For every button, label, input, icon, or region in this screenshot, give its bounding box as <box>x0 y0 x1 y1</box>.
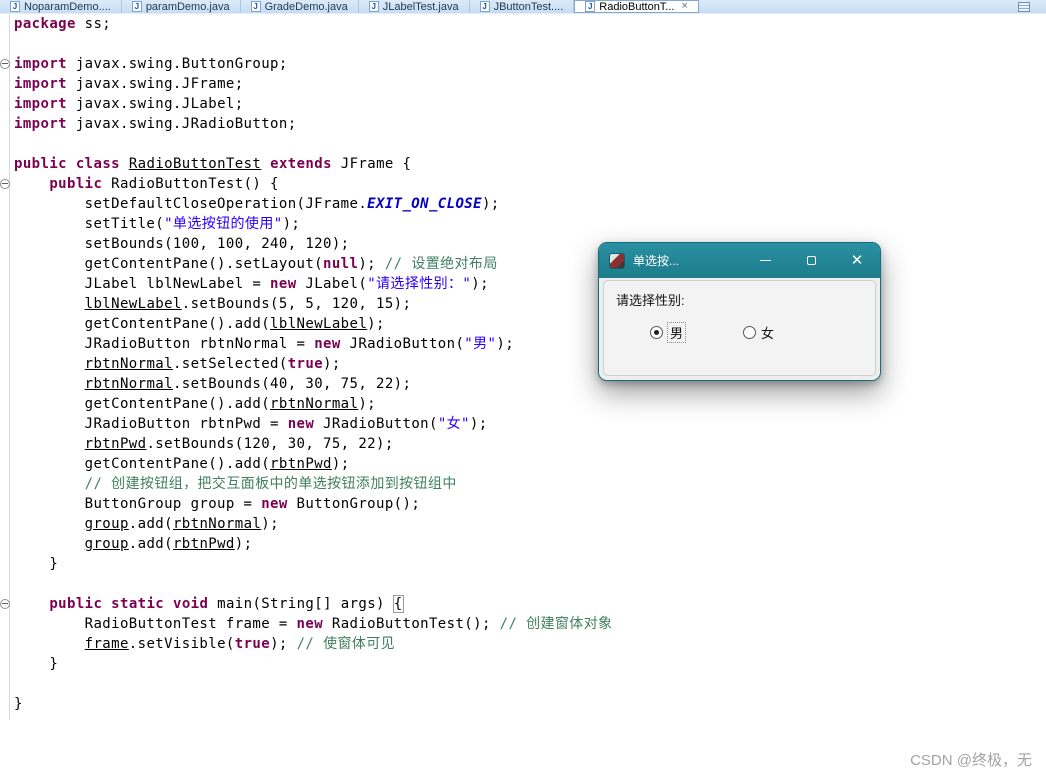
code-line: public static void main(String[] args) { <box>0 594 1046 614</box>
window-icon <box>609 252 625 269</box>
code-line: } <box>14 696 23 712</box>
code-line: setDefaultCloseOperation(JFrame.EXIT_ON_… <box>14 196 500 212</box>
java-file-icon: J <box>585 1 596 12</box>
code-line: getContentPane().add(rbtnPwd); <box>14 456 350 472</box>
maximize-button[interactable] <box>788 243 834 278</box>
tab-jbuttontest[interactable]: J JButtonTest.... <box>470 0 575 13</box>
code-line: getContentPane().setLayout(null); // 设置绝… <box>14 256 498 272</box>
dialog-title: 单选按... <box>633 254 680 268</box>
code-line: rbtnNormal.setBounds(40, 30, 75, 22); <box>84 376 412 392</box>
code-line: public class RadioButtonTest extends JFr… <box>14 156 412 172</box>
tab-noparamdemo[interactable]: J NoparamDemo.... <box>0 0 122 13</box>
fold-collapse-icon[interactable] <box>0 599 10 609</box>
code-line: } <box>14 556 59 572</box>
tab-radiobuttont[interactable]: J RadioButtonT... × <box>574 0 699 13</box>
dialog-body: 请选择性别: 男女 <box>599 278 880 380</box>
code-line: rbtnNormal.setSelected(true); <box>84 356 341 372</box>
close-button[interactable]: ✕ <box>834 243 880 278</box>
code-line: rbtnPwd.setBounds(120, 30, 75, 22); <box>84 436 394 452</box>
swing-dialog: 单选按... ✕ 请选择性别: 男女 <box>598 242 881 381</box>
java-file-icon: J <box>131 1 142 12</box>
code-line: import javax.swing.JLabel; <box>14 96 244 112</box>
code-line: group.add(rbtnPwd); <box>84 536 253 552</box>
code-line: getContentPane().add(rbtnNormal); <box>14 396 377 412</box>
tab-paramdemo-java[interactable]: JparamDemo.java <box>122 0 241 13</box>
java-file-icon: J <box>479 1 490 12</box>
java-file-icon: J <box>10 1 20 12</box>
code-line: import javax.swing.JRadioButton; <box>14 116 297 132</box>
code-line: } <box>14 656 59 672</box>
close-tab-icon[interactable]: × <box>681 1 687 12</box>
fold-collapse-icon[interactable] <box>0 179 10 189</box>
code-line: package ss; <box>14 16 112 32</box>
ide-window: J NoparamDemo.... JparamDemo.java J GradeDem… <box>0 0 1046 780</box>
tab-label: paramDemo.java <box>145 0 230 13</box>
tab-jlabeltest-java[interactable]: J JLabelTest.java <box>359 0 470 13</box>
code-line: setBounds(100, 100, 240, 120); <box>14 236 350 252</box>
tab-label: JLabelTest.java <box>382 0 459 13</box>
minimize-button[interactable] <box>742 243 788 278</box>
code-line: import javax.swing.ButtonGroup; <box>0 54 1046 74</box>
radio-selected-icon[interactable] <box>650 326 663 339</box>
java-file-icon: J <box>368 1 379 12</box>
code-line: // 创建按钮组，把交互面板中的单选按钮添加到按钮组中 <box>84 476 457 492</box>
java-file-icon: J <box>250 1 261 12</box>
watermark: CSDN @终极，无 <box>910 752 1032 769</box>
code-line: RadioButtonTest frame = new RadioButtonT… <box>14 616 613 632</box>
code-line: import javax.swing.JFrame; <box>14 76 244 92</box>
radio-unselected-icon[interactable] <box>743 326 757 339</box>
dialog-content-panel: 请选择性别: 男女 <box>603 280 876 376</box>
code-line: group.add(rbtnNormal); <box>84 516 279 532</box>
code-line: JLabel lblNewLabel = new JLabel("请选择性别："… <box>14 276 489 292</box>
tab-label: GradeDemo.java <box>264 0 348 13</box>
dialog-titlebar[interactable]: 单选按... ✕ <box>599 243 880 278</box>
minimize-icon <box>759 260 771 261</box>
tab-label: NoparamDemo.... <box>24 0 111 13</box>
maximize-icon <box>806 256 816 265</box>
tab-strip: J NoparamDemo.... JparamDemo.java J GradeDem… <box>0 0 699 13</box>
code-line: lblNewLabel.setBounds(5, 5, 120, 15); <box>84 296 412 312</box>
code-line: ButtonGroup group = new ButtonGroup(); <box>14 496 421 512</box>
radio-group: 男女 <box>650 322 774 343</box>
code-line: JRadioButton rbtnPwd = new JRadioButton(… <box>14 416 488 432</box>
tab-label: RadioButtonT... <box>599 0 675 13</box>
tab-overflow-icon[interactable] <box>1018 1 1030 12</box>
radio-option[interactable]: 男 <box>650 322 687 343</box>
code-line: JRadioButton rbtnNormal = new JRadioButt… <box>14 336 515 352</box>
code-line: setTitle("单选按钮的使用"); <box>14 216 301 232</box>
code-line: getContentPane().add(lblNewLabel); <box>14 316 385 332</box>
tab-gradedemo-java[interactable]: J GradeDemo.java <box>241 0 359 13</box>
code-line: public RadioButtonTest() { <box>0 174 1046 194</box>
radio-option[interactable]: 女 <box>743 323 774 342</box>
tab-label: JButtonTest.... <box>493 0 564 13</box>
radio-label: 女 <box>761 326 775 341</box>
gender-label: 请选择性别: <box>616 293 685 308</box>
code-editor[interactable]: package ss; import javax.swing.ButtonGrou… <box>0 14 1046 780</box>
tab-bar: J NoparamDemo.... JparamDemo.java J GradeDem… <box>0 0 1046 14</box>
fold-collapse-icon[interactable] <box>0 59 10 69</box>
code-line: frame.setVisible(true); // 使窗体可见 <box>84 636 396 652</box>
code-area[interactable]: package ss; import javax.swing.ButtonGrou… <box>0 14 1046 714</box>
radio-label: 男 <box>666 322 687 343</box>
